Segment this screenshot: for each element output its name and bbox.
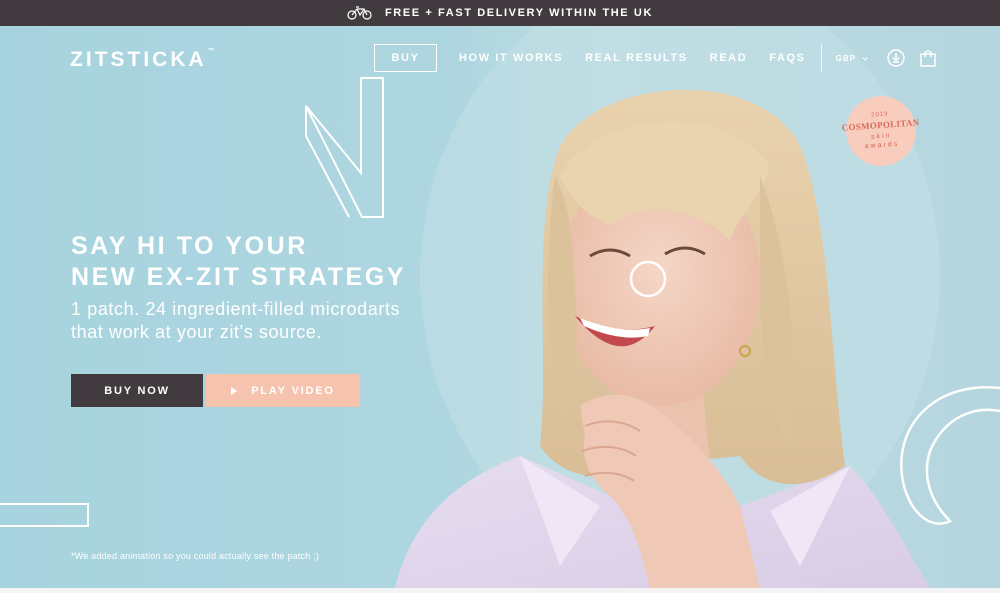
currency-label: GBP [835,53,856,63]
headline-line-2: NEW EX-ZIT STRATEGY [71,263,407,291]
play-video-button[interactable]: PLAY VIDEO [206,374,360,407]
headline-line-1: SAY HI TO YOUR [71,232,308,260]
currency-selector[interactable]: GBP [836,54,868,63]
trademark-mark: ™ [207,48,218,55]
site-logo[interactable]: ZITSTICKA™ [70,48,218,72]
chevron-down-icon [862,54,868,63]
buy-now-button[interactable]: BUY NOW [71,374,203,407]
subline-1: 1 patch. 24 ingredient-filled microdarts [71,299,401,319]
main-nav: BUY HOW IT WORKS REAL RESULTS READ FAQS … [374,44,938,72]
nav-divider [820,44,822,72]
animation-note: *We added animation so you could actuall… [71,551,320,561]
nav-buy-button[interactable]: BUY [374,44,437,72]
logo-text: ZITSTICKA [70,48,207,71]
play-icon [231,386,238,395]
nav-link-how-it-works[interactable]: HOW IT WORKS [459,52,563,64]
shopping-bag-icon[interactable] [918,48,938,68]
hero-section: ZITSTICKA™ BUY HOW IT WORKS REAL RESULTS… [0,26,1000,588]
award-line-awards: awards [864,140,900,151]
account-icon[interactable] [886,48,906,68]
hero-subheadline: 1 patch. 24 ingredient-filled microdarts… [71,298,400,344]
nav-link-read[interactable]: READ [710,52,748,64]
bicycle-icon [347,6,373,20]
nav-link-real-results[interactable]: REAL RESULTS [585,52,688,64]
hero-headline: SAY HI TO YOUR NEW EX-ZIT STRATEGY [71,231,406,293]
play-video-label: PLAY VIDEO [251,384,335,397]
page-bottom-strip [0,588,1000,593]
subline-2: that work at your zit's source. [71,322,323,342]
nav-link-faqs[interactable]: FAQS [769,52,805,64]
award-magazine: COSMOPOLITAN [841,117,920,133]
promo-bar: FREE + FAST DELIVERY WITHIN THE UK [0,0,1000,26]
award-year: 2019 [871,111,889,119]
promo-text: FREE + FAST DELIVERY WITHIN THE UK [384,7,653,19]
